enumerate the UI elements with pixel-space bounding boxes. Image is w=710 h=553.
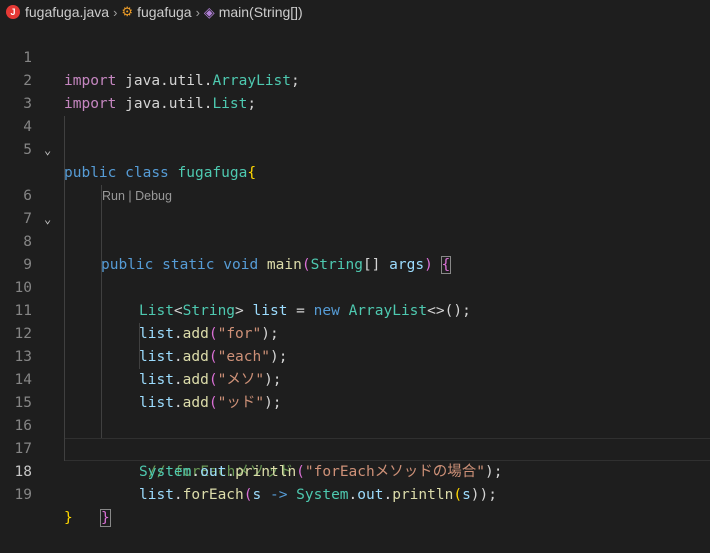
paren: ));	[470, 487, 497, 503]
indent-guide	[64, 185, 65, 208]
breadcrumb-class[interactable]: ⚙ fugafuga	[121, 4, 191, 20]
code-line[interactable]: 6 ⌄ public static void main(String[] arg…	[0, 162, 710, 274]
code-line[interactable]: 1 import java.util.ArrayList;	[0, 24, 710, 89]
indent-guide	[64, 231, 65, 254]
indent-guide	[139, 323, 140, 346]
indent-guide	[101, 254, 102, 277]
breadcrumb-method[interactable]: ◈ main(String[])	[204, 4, 303, 21]
indent-guide	[101, 231, 102, 254]
code-line[interactable]: 14 // forEachメソッド	[0, 346, 710, 480]
indent-guide	[64, 438, 65, 461]
chevron-right-icon: ›	[195, 4, 200, 20]
method-name: forEach	[182, 487, 244, 503]
code-line[interactable]: 12 list.add("ッド");	[0, 300, 710, 411]
paren: (	[453, 487, 463, 503]
code-line[interactable]: 3	[0, 70, 710, 112]
type-name: System	[296, 487, 349, 503]
brace: }	[100, 509, 111, 527]
indent-guide	[64, 254, 65, 277]
breadcrumb-class-label: fugafuga	[137, 4, 192, 20]
indent-guide	[64, 392, 65, 415]
indent-guide	[64, 208, 65, 231]
indent-guide	[64, 323, 65, 346]
paren: (	[243, 487, 253, 503]
code-editor[interactable]: 1 import java.util.ArrayList; 2 import j…	[0, 24, 710, 527]
code-line[interactable]: 8 List<String> list = new ArrayList<>();	[0, 208, 710, 319]
text-cursor	[109, 509, 111, 527]
dot: .	[383, 487, 393, 503]
indent-guide	[64, 139, 65, 162]
field-name: out	[357, 487, 384, 503]
code-line[interactable]: 16 list.forEach(s -> System.out.println(…	[0, 392, 710, 503]
indent-guide	[64, 116, 65, 139]
method-cube-icon: ◈	[203, 3, 215, 20]
indent-guide	[101, 300, 102, 323]
code-line[interactable]: 11 list.add("メソ");	[0, 277, 710, 388]
indent-guide	[101, 277, 102, 300]
indent-guide	[101, 392, 102, 415]
indent-guide	[64, 346, 65, 369]
code-line[interactable]: 15 System.out.println("forEachメソッドの場合");	[0, 369, 710, 480]
indent-guide	[101, 185, 102, 208]
codelens-line: Run | Debug	[0, 139, 710, 203]
breadcrumb-file-label: fugafuga.java	[25, 4, 110, 20]
code-line[interactable]: 9 list.add("for");	[0, 231, 710, 342]
indent-guide	[64, 277, 65, 300]
lambda-arrow: ->	[261, 487, 297, 503]
lambda-param: s	[252, 487, 262, 503]
dot: .	[348, 487, 358, 503]
code-line[interactable]: 13	[0, 323, 710, 365]
dot: .	[173, 487, 183, 503]
line-number: 19	[14, 487, 32, 503]
breadcrumb: J fugafuga.java › ⚙ fugafuga › ◈ main(St…	[0, 0, 710, 24]
method-name: println	[392, 487, 454, 503]
chevron-right-icon: ›	[113, 4, 118, 20]
brace: }	[64, 510, 73, 526]
variable: list	[139, 487, 174, 503]
code-line-current[interactable]: 18 }	[0, 438, 710, 527]
code-line[interactable]: 5	[0, 116, 710, 158]
java-file-icon: J	[6, 5, 20, 19]
indent-guide	[64, 415, 65, 438]
code-line[interactable]: 19 }	[0, 461, 710, 526]
code-line[interactable]: 2 import java.util.List;	[0, 47, 710, 112]
breadcrumb-file[interactable]: J fugafuga.java	[6, 4, 109, 20]
indent-guide	[64, 162, 65, 185]
indent-guide	[101, 346, 102, 369]
breadcrumb-method-label: main(String[])	[218, 4, 303, 20]
code-line[interactable]: 17	[0, 415, 710, 457]
indent-guide	[101, 415, 102, 438]
code-line[interactable]: 10 list.add("each");	[0, 254, 710, 365]
indent-guide	[101, 369, 102, 392]
indent-guide	[64, 300, 65, 323]
argument: s	[462, 487, 471, 503]
class-icon: ⚙	[121, 4, 134, 19]
code-line[interactable]: 7	[0, 185, 710, 227]
indent-guide	[101, 208, 102, 231]
code-line[interactable]: 4 ⌄ public class fugafuga{	[0, 93, 710, 181]
indent-guide	[64, 369, 65, 392]
indent-guide	[101, 323, 102, 346]
indent-guide	[139, 346, 140, 369]
